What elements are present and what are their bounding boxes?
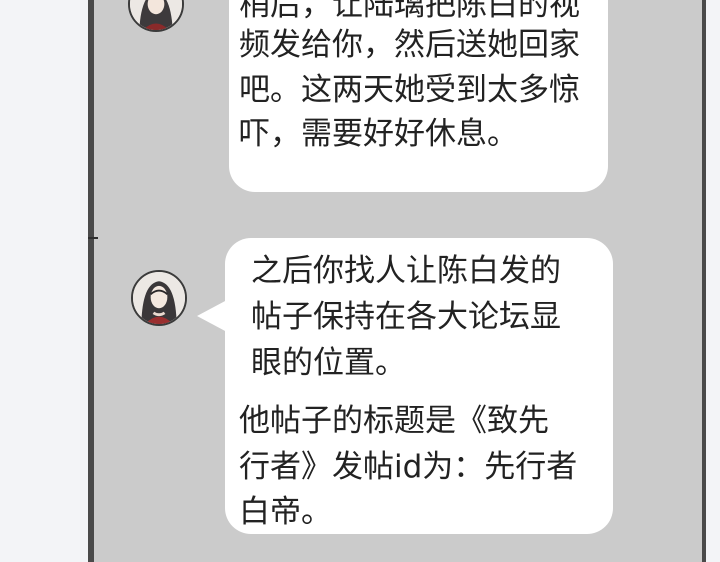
message-text-line: 之后你找人让陈白发的 [251,253,561,289]
message-text-line: 眼的位置。 [251,345,406,381]
sender-avatar[interactable] [131,270,187,326]
background-right [706,0,720,562]
background-left [0,0,88,562]
comic-panel: 稍后，让陆璃把陈白的视 频发给你，然后送她回家 吧。这两天她受到太多惊 吓，需要… [0,0,720,562]
message-text-line: 白帝。 [239,494,332,530]
avatar-portrait-icon [133,272,185,324]
message-text-line: 频发给你，然后送她回家 [239,27,580,63]
message-bubble[interactable]: 稍后，让陆璃把陈白的视 频发给你，然后送她回家 吧。这两天她受到太多惊 吓，需要… [229,0,608,192]
message-text-line: 行者》发帖id为：先行者 [239,449,578,485]
message-text-line: 稍后，让陆璃把陈白的视 [239,0,580,23]
message-text-line: 吧。这两天她受到太多惊 [239,72,580,108]
message-text-line: 他帖子的标题是《致先 [239,403,549,439]
message-text-line: 吓，需要好好休息。 [239,116,518,152]
message-bubble-tail [197,300,227,332]
message-text-line: 帖子保持在各大论坛显 [251,299,561,335]
phone-side-button [88,237,98,239]
message-bubble[interactable]: 之后你找人让陈白发的 帖子保持在各大论坛显 眼的位置。 他帖子的标题是《致先 行… [225,238,613,534]
